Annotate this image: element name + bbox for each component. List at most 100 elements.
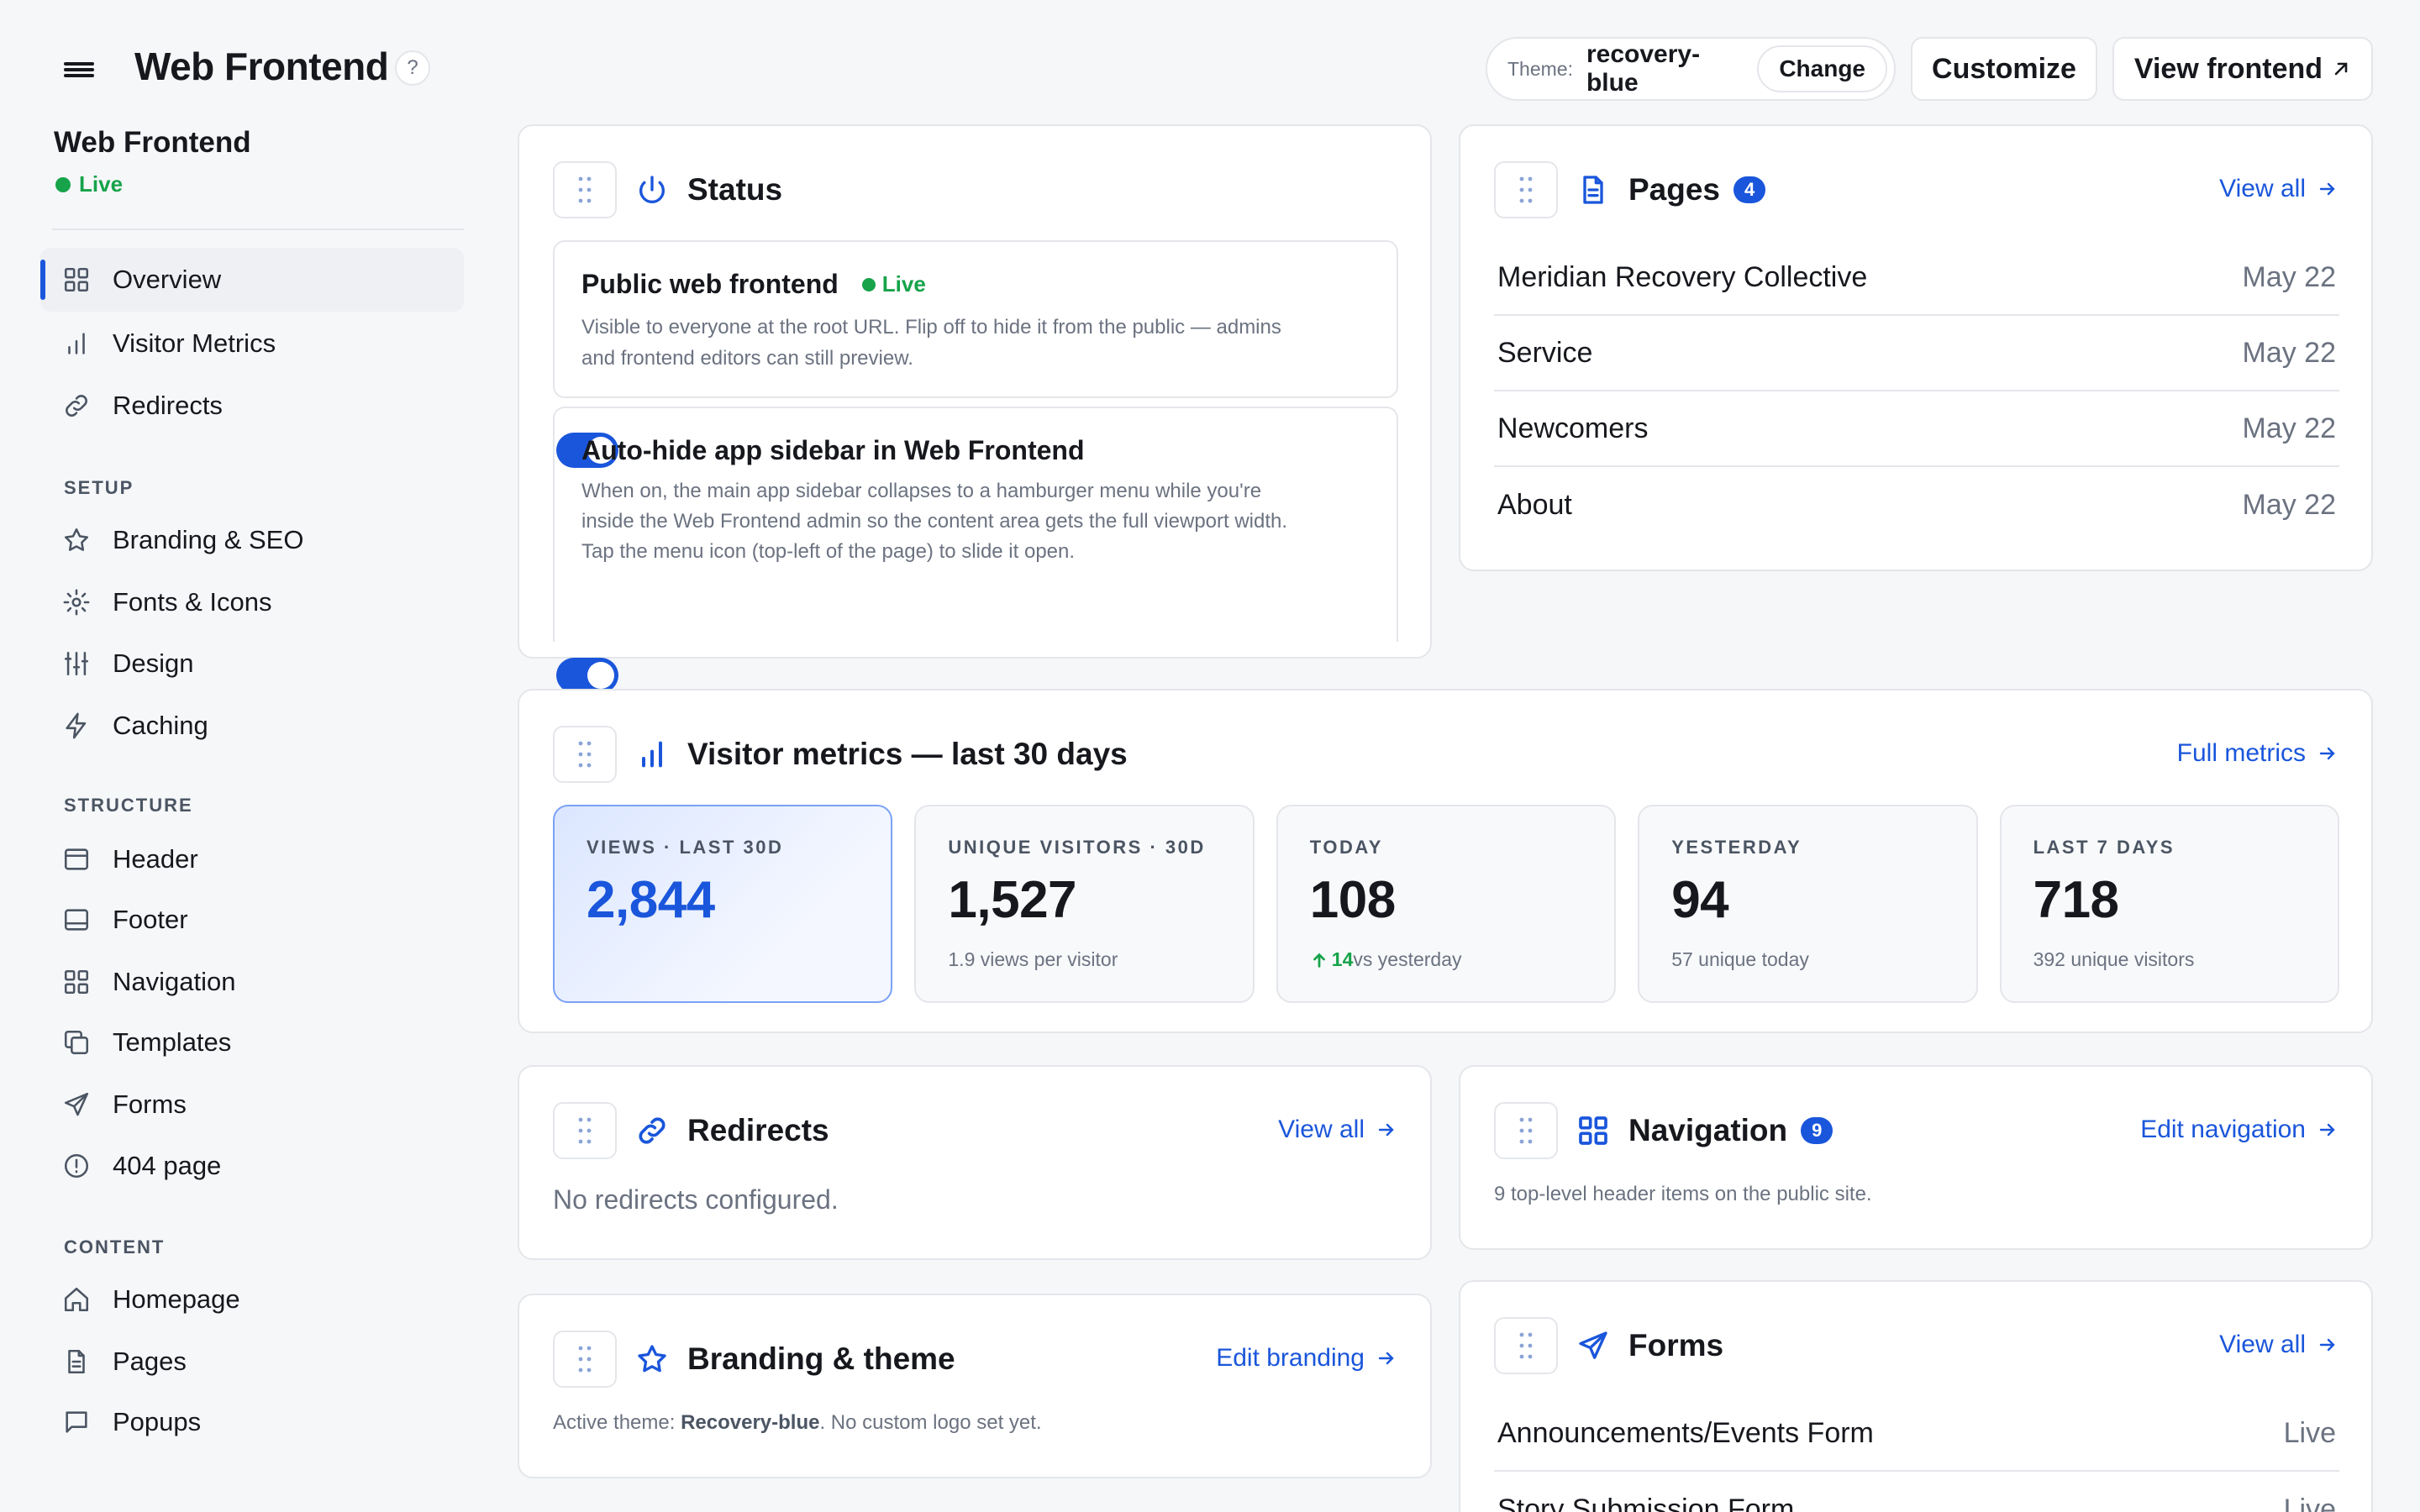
link-label: View all	[2219, 175, 2306, 202]
forms-card: Forms View all Announcements/Events Form…	[1459, 1280, 2373, 1512]
drag-handle[interactable]	[553, 161, 617, 218]
page-name: About	[1497, 488, 1572, 521]
customize-label: Customize	[1932, 52, 2076, 85]
pages-list: Meridian Recovery Collective May 22 Servi…	[1494, 240, 2339, 543]
arrow-right-icon	[2319, 1123, 2335, 1137]
list-item[interactable]: Story Submission Form Live	[1494, 1472, 2339, 1512]
auto-hide-sidebar-toggle[interactable]	[556, 658, 618, 693]
change-theme-button[interactable]: Change	[1757, 45, 1887, 92]
sidebar-item-visitor-metrics[interactable]: Visitor Metrics	[40, 312, 464, 375]
help-icon[interactable]: ?	[395, 50, 430, 86]
live-dot	[861, 277, 876, 291]
metric-tile-views: VIEWS · LAST 30D 2,844	[553, 805, 893, 1003]
metric-tiles: VIEWS · LAST 30D 2,844 UNIQUE VISITORS ·…	[553, 805, 2339, 1003]
metric-value: 2,844	[587, 871, 715, 929]
link-label: View all	[2219, 1331, 2306, 1358]
page-date: May 22	[2242, 412, 2337, 444]
sidebar-item-label: Fonts & Icons	[113, 587, 272, 617]
copy-icon	[64, 1030, 89, 1055]
drag-handle[interactable]	[1494, 1102, 1558, 1159]
form-status: Live	[2283, 1416, 2336, 1449]
sidebar-item-label: Header	[113, 844, 198, 874]
link-label: Full metrics	[2176, 739, 2306, 767]
sidebar-item-label: Footer	[113, 905, 188, 934]
list-item[interactable]: Service May 22	[1494, 316, 2339, 391]
edit-navigation-link[interactable]: Edit navigation	[2140, 1116, 2338, 1144]
view-all-redirects-link[interactable]: View all	[1278, 1116, 1397, 1144]
sidebar-item-pages[interactable]: Pages	[40, 1330, 464, 1394]
list-item[interactable]: Newcomers May 22	[1494, 391, 2339, 467]
status-card: Status Public web frontend Live Visible …	[518, 124, 1432, 693]
page-date: May 22	[2242, 260, 2337, 293]
list-item[interactable]: Meridian Recovery Collective May 22	[1494, 240, 2339, 316]
sidebar-item-fonts-icons[interactable]: Fonts & Icons	[40, 570, 464, 634]
power-icon	[639, 176, 665, 203]
card-title: Forms	[1628, 1328, 1724, 1362]
drag-handle[interactable]	[553, 726, 617, 783]
sidebar-item-homepage[interactable]: Homepage	[40, 1268, 464, 1331]
card-title: Pages	[1628, 172, 1721, 207]
form-name: Announcements/Events Form	[1497, 1416, 1874, 1449]
drag-handle[interactable]	[1494, 161, 1558, 218]
sidebar-item-branding-seo[interactable]: Branding & SEO	[40, 508, 464, 572]
sidebar-item-navigation[interactable]: Navigation	[40, 950, 464, 1014]
view-frontend-button[interactable]: View frontend	[2112, 37, 2373, 101]
list-item[interactable]: Announcements/Events Form Live	[1494, 1396, 2339, 1472]
sidebar-item-404-page[interactable]: 404 page	[40, 1134, 464, 1198]
drag-handle[interactable]	[553, 1331, 617, 1388]
alert-icon	[64, 1153, 89, 1179]
live-badge: Live	[861, 271, 926, 297]
drag-handle[interactable]	[553, 1102, 617, 1159]
link-icon	[66, 395, 87, 417]
sidebar-title: Web Frontend	[54, 126, 251, 159]
sidebar-item-footer[interactable]: Footer	[40, 888, 464, 952]
metric-sub: 392 unique visitors	[2033, 948, 2195, 970]
metric-label: TODAY	[1309, 837, 1383, 858]
sidebar-item-templates[interactable]: Templates	[40, 1011, 464, 1074]
pages-card: Pages 4 View all Meridian Recovery Colle…	[1459, 124, 2373, 571]
metric-value: 1,527	[948, 871, 1077, 929]
theme-name: Recovery-blue	[681, 1411, 820, 1434]
sidebar-item-redirects[interactable]: Redirects	[40, 374, 464, 438]
sidebar-item-popups[interactable]: Popups	[40, 1390, 464, 1454]
sidebar-item-caching[interactable]: Caching	[40, 694, 464, 758]
live-badge-text: Live	[881, 271, 926, 297]
hamburger-menu-icon[interactable]	[62, 59, 96, 81]
metric-delta: 14	[1331, 948, 1354, 970]
sidebar-section-heading: STRUCTURE	[64, 795, 193, 816]
link-icon	[639, 1117, 666, 1144]
list-item[interactable]: About May 22	[1494, 467, 2339, 543]
sidebar-section-heading: SETUP	[64, 477, 134, 498]
sidebar-item-label: Overview	[113, 265, 222, 294]
full-metrics-link[interactable]: Full metrics	[2177, 739, 2338, 768]
link-label: Edit branding	[1216, 1344, 1365, 1372]
sidebar-item-label: Popups	[113, 1407, 202, 1436]
page-date: May 22	[2242, 336, 2337, 369]
status-text: Live	[79, 171, 124, 197]
send-icon	[64, 1092, 89, 1116]
link-label: View all	[1278, 1116, 1365, 1143]
sidebar-item-forms[interactable]: Forms	[40, 1073, 464, 1137]
metric-label: YESTERDAY	[1671, 837, 1802, 858]
sidebar-item-label: 404 page	[113, 1151, 222, 1180]
sidebar-item-label: Visitor Metrics	[113, 328, 276, 358]
grid-icon	[64, 969, 89, 995]
external-link-icon	[2334, 62, 2348, 76]
edit-branding-link[interactable]: Edit branding	[1216, 1344, 1397, 1373]
bolt-icon	[66, 712, 87, 739]
branding-summary: Active theme: Recovery-blue. No custom l…	[553, 1411, 1042, 1435]
drag-handle[interactable]	[1494, 1317, 1558, 1374]
sidebar-item-header[interactable]: Header	[40, 827, 464, 891]
customize-button[interactable]: Customize	[1911, 37, 2097, 101]
sidebar-item-design[interactable]: Design	[40, 632, 464, 696]
metric-tile-yesterday: YESTERDAY 94 57 unique today	[1638, 805, 1978, 1003]
metric-sub-text: vs yesterday	[1353, 948, 1462, 970]
theme-selector: Theme: recovery-blue Change	[1486, 37, 1896, 101]
sidebar-item-label: Pages	[113, 1347, 187, 1376]
sidebar-item-overview[interactable]: Overview	[40, 248, 464, 312]
metric-sub: 1.9 views per visitor	[948, 948, 1118, 970]
view-all-pages-link[interactable]: View all	[2219, 175, 2338, 203]
view-all-forms-link[interactable]: View all	[2219, 1331, 2338, 1359]
sidebar-item-label: Templates	[113, 1027, 232, 1057]
form-name: Story Submission Form	[1497, 1493, 1795, 1512]
